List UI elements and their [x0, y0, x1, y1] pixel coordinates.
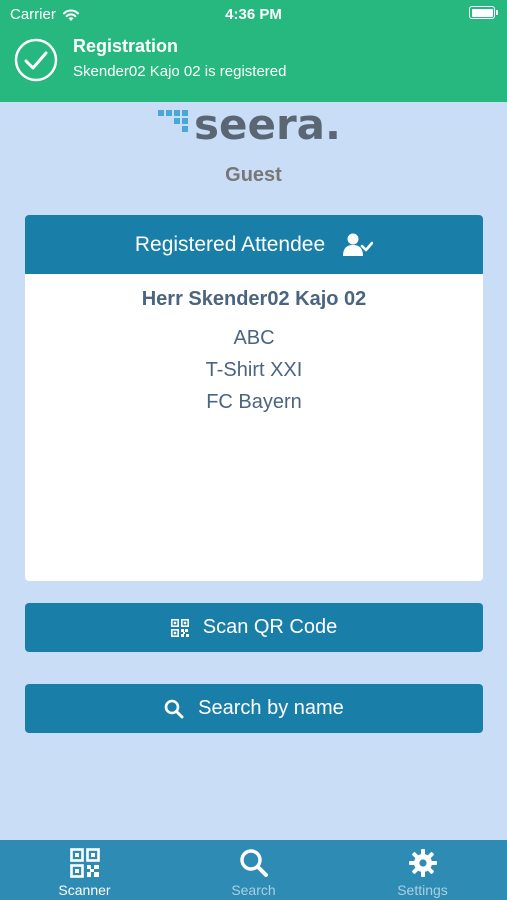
qr-icon	[69, 848, 100, 878]
tab-scanner-label: Scanner	[58, 882, 111, 898]
search-icon	[239, 849, 268, 877]
scan-qr-label: Scan QR Code	[202, 616, 338, 638]
notification-title: Registration	[73, 36, 179, 56]
tab-settings-label: Settings	[397, 882, 448, 898]
attendee-card: Registered Attendee Herr Skender02 Kajo …	[25, 215, 483, 581]
search-by-name-label: Search by name	[198, 697, 344, 719]
attendee-detail: ABC	[233, 327, 275, 349]
attendee-detail: T-Shirt XXI	[205, 359, 303, 381]
search-by-name-button[interactable]: Search by name	[25, 684, 483, 733]
notification-message: Skender02 Kajo 02 is registered	[73, 63, 287, 80]
role-label: Guest	[225, 164, 282, 186]
card-header: Registered Attendee	[25, 215, 483, 274]
card-header-title: Registered Attendee	[134, 232, 326, 256]
user-check-icon	[343, 233, 374, 256]
tab-settings[interactable]: Settings	[338, 840, 507, 900]
tab-scanner[interactable]: Scanner	[0, 840, 169, 900]
tab-search-label: Search	[231, 882, 276, 898]
logo-wordmark: seera.	[194, 100, 341, 149]
attendee-name: Herr Skender02 Kajo 02	[141, 288, 367, 310]
tab-search[interactable]: Search	[169, 840, 338, 900]
attendee-detail: FC Bayern	[206, 391, 302, 413]
clock: 4:36 PM	[225, 6, 282, 23]
qr-icon	[170, 618, 189, 637]
status-bar: Carrier 4:36 PM	[0, 0, 507, 28]
tab-bar: Scanner Search Settings	[0, 840, 507, 900]
gear-icon	[408, 849, 437, 877]
logo-dots-icon	[158, 110, 188, 132]
search-icon	[164, 699, 184, 718]
check-circle-icon	[14, 38, 58, 82]
scan-qr-button[interactable]: Scan QR Code	[25, 603, 483, 652]
seera-logo: seera.	[158, 100, 348, 149]
notification-banner[interactable]: Carrier 4:36 PM Registration Skender02 K…	[0, 0, 507, 102]
battery-icon	[469, 6, 498, 19]
